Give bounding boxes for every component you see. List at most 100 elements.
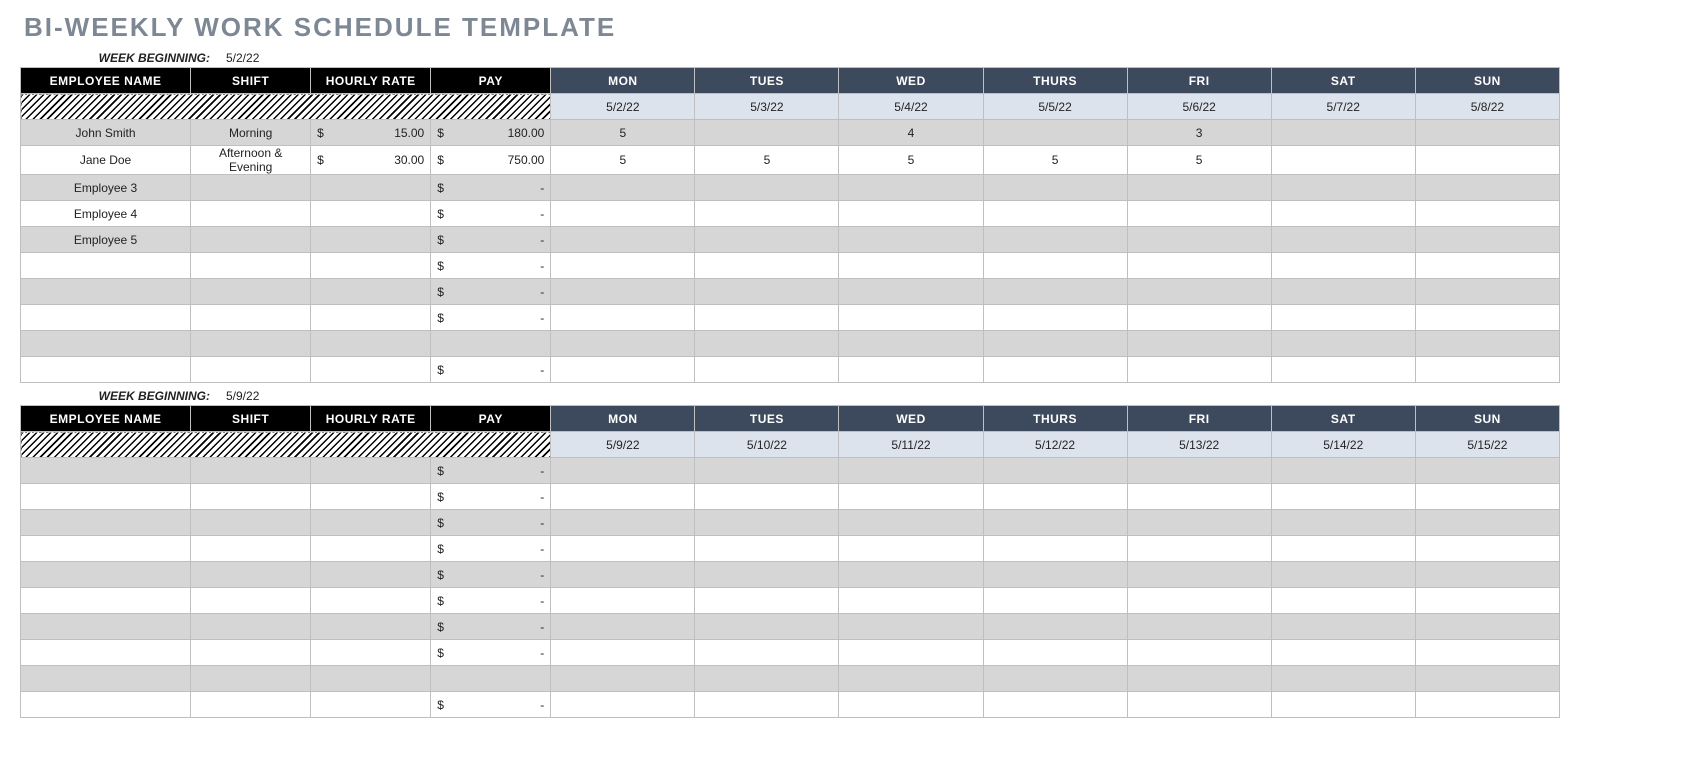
shift-cell[interactable] [191, 201, 311, 227]
hours-cell[interactable] [983, 614, 1127, 640]
hours-cell[interactable] [1271, 279, 1415, 305]
date-cell[interactable]: 5/10/22 [695, 432, 839, 458]
hours-cell[interactable] [1127, 357, 1271, 383]
shift-cell[interactable] [191, 536, 311, 562]
hours-cell[interactable] [839, 175, 983, 201]
hours-cell[interactable] [1127, 640, 1271, 666]
hours-cell[interactable] [551, 536, 695, 562]
hours-cell[interactable]: 5 [983, 146, 1127, 175]
hours-cell[interactable] [983, 458, 1127, 484]
pay-cell[interactable]: $- [431, 357, 551, 383]
hours-cell[interactable] [695, 175, 839, 201]
hours-cell[interactable] [1271, 305, 1415, 331]
hours-cell[interactable] [1415, 175, 1559, 201]
shift-cell[interactable] [191, 588, 311, 614]
hours-cell[interactable] [1415, 227, 1559, 253]
shift-cell[interactable] [191, 640, 311, 666]
pay-cell[interactable]: $180.00 [431, 120, 551, 146]
date-cell[interactable]: 5/5/22 [983, 94, 1127, 120]
hours-cell[interactable] [551, 227, 695, 253]
hourly-rate-cell[interactable] [311, 666, 431, 692]
hours-cell[interactable] [1415, 692, 1559, 718]
hours-cell[interactable] [983, 692, 1127, 718]
employee-name-cell[interactable]: Employee 4 [21, 201, 191, 227]
hours-cell[interactable] [695, 279, 839, 305]
hourly-rate-cell[interactable] [311, 279, 431, 305]
hours-cell[interactable] [551, 253, 695, 279]
hourly-rate-cell[interactable] [311, 536, 431, 562]
date-cell[interactable]: 5/12/22 [983, 432, 1127, 458]
hours-cell[interactable]: 5 [839, 146, 983, 175]
pay-cell[interactable]: $- [431, 305, 551, 331]
hours-cell[interactable] [839, 614, 983, 640]
employee-name-cell[interactable] [21, 305, 191, 331]
hours-cell[interactable] [839, 227, 983, 253]
hours-cell[interactable] [1271, 458, 1415, 484]
hours-cell[interactable] [839, 562, 983, 588]
shift-cell[interactable] [191, 562, 311, 588]
hours-cell[interactable] [695, 458, 839, 484]
hours-cell[interactable] [1271, 201, 1415, 227]
hours-cell[interactable] [839, 640, 983, 666]
date-cell[interactable]: 5/14/22 [1271, 432, 1415, 458]
employee-name-cell[interactable] [21, 588, 191, 614]
hours-cell[interactable] [983, 510, 1127, 536]
pay-cell[interactable]: $- [431, 562, 551, 588]
shift-cell[interactable] [191, 458, 311, 484]
hourly-rate-cell[interactable] [311, 253, 431, 279]
hours-cell[interactable] [551, 484, 695, 510]
hours-cell[interactable] [983, 357, 1127, 383]
hours-cell[interactable] [983, 279, 1127, 305]
hours-cell[interactable] [695, 588, 839, 614]
week-beginning-date[interactable]: 5/9/22 [216, 389, 259, 403]
employee-name-cell[interactable] [21, 536, 191, 562]
date-cell[interactable]: 5/8/22 [1415, 94, 1559, 120]
hourly-rate-cell[interactable] [311, 510, 431, 536]
employee-name-cell[interactable]: Jane Doe [21, 146, 191, 175]
hours-cell[interactable] [1271, 146, 1415, 175]
hours-cell[interactable] [695, 357, 839, 383]
hours-cell[interactable]: 5 [695, 146, 839, 175]
hours-cell[interactable] [1127, 201, 1271, 227]
hours-cell[interactable] [983, 640, 1127, 666]
employee-name-cell[interactable] [21, 279, 191, 305]
shift-cell[interactable] [191, 510, 311, 536]
hours-cell[interactable] [1415, 588, 1559, 614]
hourly-rate-cell[interactable] [311, 588, 431, 614]
pay-cell[interactable]: $750.00 [431, 146, 551, 175]
hours-cell[interactable] [839, 279, 983, 305]
hours-cell[interactable] [551, 588, 695, 614]
hours-cell[interactable] [695, 692, 839, 718]
hours-cell[interactable] [1271, 614, 1415, 640]
employee-name-cell[interactable] [21, 253, 191, 279]
hours-cell[interactable] [1415, 279, 1559, 305]
hourly-rate-cell[interactable]: $15.00 [311, 120, 431, 146]
shift-cell[interactable] [191, 692, 311, 718]
employee-name-cell[interactable]: Employee 5 [21, 227, 191, 253]
hours-cell[interactable] [1415, 562, 1559, 588]
hours-cell[interactable] [1271, 666, 1415, 692]
hours-cell[interactable] [695, 227, 839, 253]
date-cell[interactable]: 5/6/22 [1127, 94, 1271, 120]
hours-cell[interactable] [551, 279, 695, 305]
hours-cell[interactable] [983, 331, 1127, 357]
employee-name-cell[interactable] [21, 357, 191, 383]
hours-cell[interactable] [551, 640, 695, 666]
shift-cell[interactable] [191, 227, 311, 253]
hours-cell[interactable] [1415, 640, 1559, 666]
hours-cell[interactable] [695, 253, 839, 279]
hours-cell[interactable] [1415, 458, 1559, 484]
shift-cell[interactable]: Morning [191, 120, 311, 146]
pay-cell[interactable]: $- [431, 510, 551, 536]
hours-cell[interactable] [551, 331, 695, 357]
hours-cell[interactable] [983, 666, 1127, 692]
hours-cell[interactable] [983, 305, 1127, 331]
hours-cell[interactable] [839, 458, 983, 484]
hours-cell[interactable] [695, 562, 839, 588]
hours-cell[interactable] [1127, 588, 1271, 614]
hours-cell[interactable] [1127, 666, 1271, 692]
hours-cell[interactable] [1127, 458, 1271, 484]
hours-cell[interactable] [1271, 331, 1415, 357]
hours-cell[interactable] [983, 484, 1127, 510]
employee-name-cell[interactable] [21, 692, 191, 718]
